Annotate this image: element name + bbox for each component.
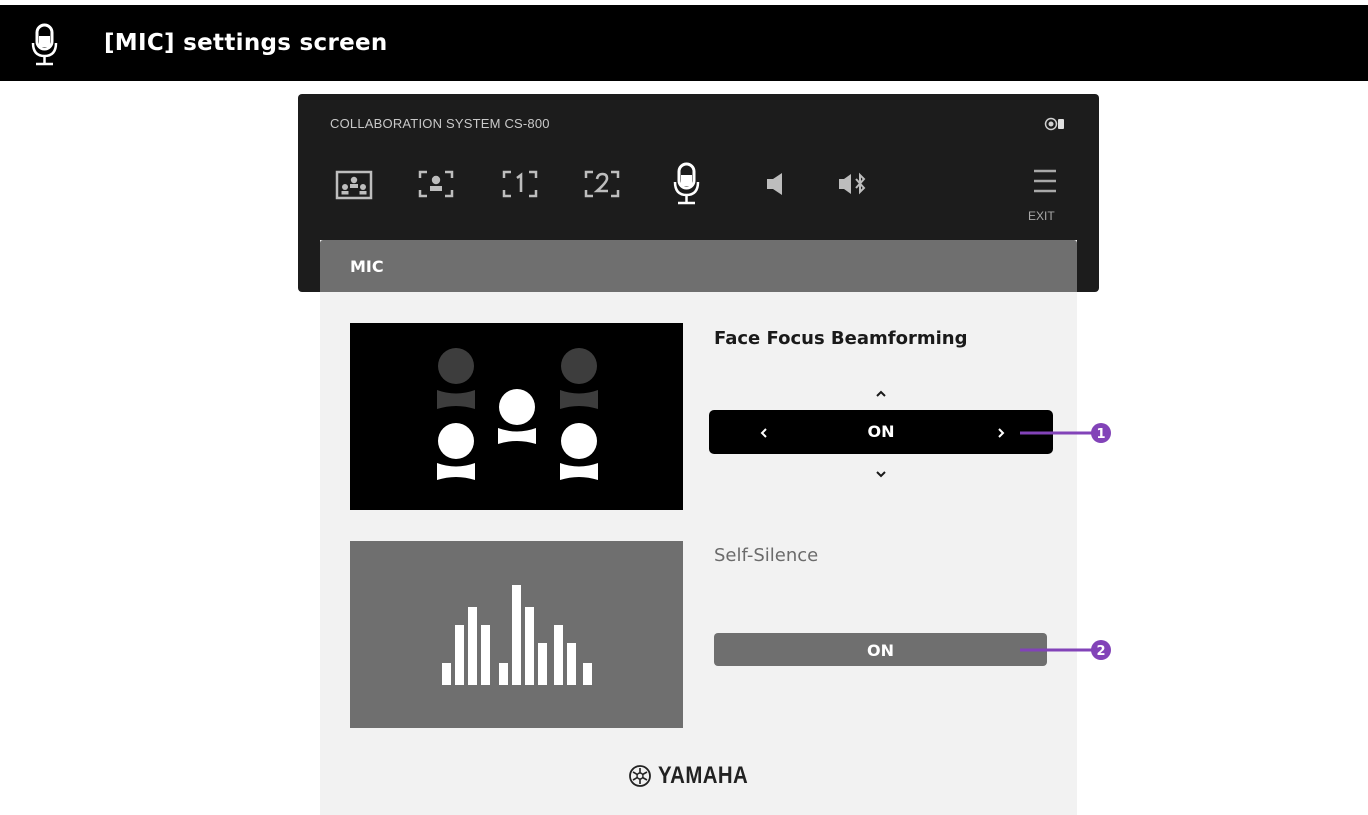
speaker-icon[interactable] [764, 170, 792, 198]
audio-level-bars [442, 585, 592, 685]
chevron-right-icon[interactable] [996, 426, 1006, 440]
face-focus-selector[interactable]: ON [709, 410, 1053, 454]
panel-title: MIC [350, 257, 384, 276]
speaker-framing-icon[interactable] [416, 164, 456, 204]
doc-header: [MIC] settings screen [0, 5, 1368, 81]
menu-exit-button[interactable]: EXIT [1028, 167, 1060, 223]
face-focus-figures [437, 348, 598, 480]
callout-1-marker [1091, 423, 1111, 443]
self-silence-button[interactable]: ON [714, 633, 1047, 666]
face-focus-label: Face Focus Beamforming [714, 328, 968, 349]
menu-icon [1034, 169, 1056, 193]
self-silence-label: Self-Silence [714, 545, 819, 566]
chevron-up-icon[interactable] [874, 389, 888, 399]
microphone-icon [31, 23, 58, 66]
mic-settings-panel: MIC Face Focus Beamforming ON Self-Silen… [320, 240, 1077, 815]
yamaha-logo: YAMAHA [628, 760, 778, 794]
tuning-fork-logo-icon [629, 765, 651, 787]
microphone-icon[interactable] [672, 162, 702, 206]
participants-view-icon[interactable] [334, 164, 374, 204]
system-name: COLLABORATION SYSTEM CS-800 [330, 116, 550, 131]
callout-1-number: 1 [1096, 427, 1105, 442]
face-focus-illustration [350, 323, 683, 510]
preset-2-icon[interactable] [582, 164, 622, 204]
doc-title: [MIC] settings screen [104, 30, 388, 56]
preset-1-icon[interactable] [500, 164, 540, 204]
audio-level-illustration [350, 541, 683, 728]
callout-2-number: 2 [1096, 644, 1105, 659]
status-icon [1044, 117, 1064, 131]
exit-label: EXIT [1028, 209, 1055, 223]
callout-2-marker [1091, 640, 1111, 660]
chevron-down-icon[interactable] [874, 469, 888, 479]
self-silence-value: ON [867, 641, 894, 660]
bluetooth-speaker-icon[interactable] [836, 170, 872, 198]
panel-header: MIC [320, 240, 1077, 292]
logo-text: YAMAHA [658, 762, 749, 789]
